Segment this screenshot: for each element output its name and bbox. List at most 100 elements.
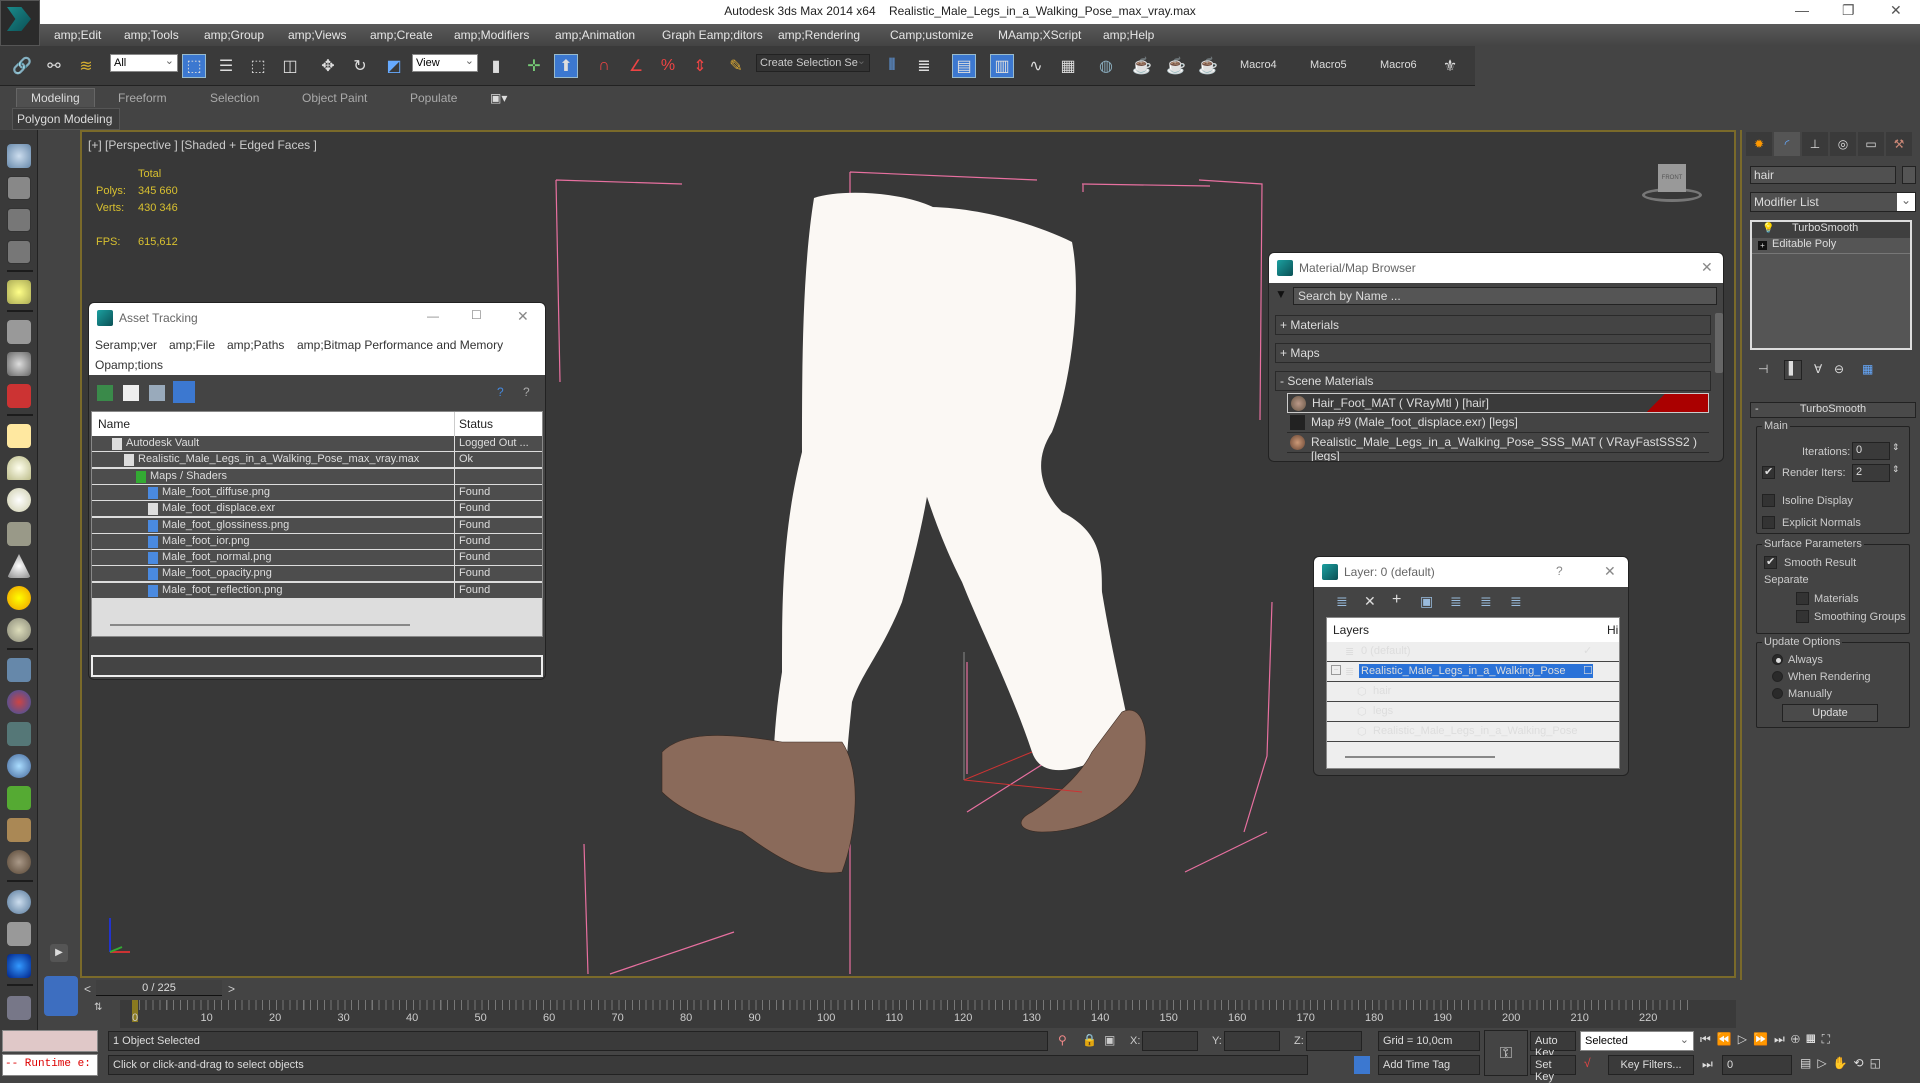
set-current-layer-icon[interactable]: ≣ — [1480, 593, 1492, 610]
isoline-display-checkbox[interactable] — [1762, 494, 1775, 507]
default-tangents-icon[interactable]: √ — [1584, 1056, 1591, 1070]
layer-dialog-titlebar[interactable]: Layer: 0 (default) ? ✕ — [1314, 557, 1628, 587]
select-objects-icon[interactable]: ▣ — [1420, 593, 1433, 610]
render-setup-icon[interactable]: ☕ — [1130, 54, 1154, 78]
rectangular-selection-icon[interactable]: ⬚ — [246, 54, 270, 78]
minimize-button[interactable]: — — [1795, 2, 1809, 18]
orbit-icon[interactable]: ⟲ — [1854, 1056, 1870, 1070]
maximize-button[interactable]: ☐ — [471, 308, 482, 322]
time-configuration-icon[interactable]: ▤ — [1800, 1056, 1817, 1070]
menu-bitmap-performance[interactable]: amp;Bitmap Performance and Memory — [297, 338, 503, 352]
menu-views[interactable]: amp;Views — [288, 28, 346, 42]
camera-icon[interactable] — [7, 320, 31, 344]
stack-item-editable-poly[interactable]: + Editable Poly — [1752, 238, 1910, 254]
display-tab-icon[interactable]: ▭ — [1858, 132, 1884, 156]
keyboard-shortcut-override-icon[interactable]: ⬆ — [554, 54, 578, 78]
grass-icon[interactable] — [7, 786, 31, 810]
material-editor-icon[interactable]: ◍ — [1094, 54, 1118, 78]
mini-curve-editor-icon[interactable]: ⇅ — [94, 1002, 110, 1022]
pivot-center-icon[interactable]: ▮ — [484, 54, 508, 78]
macro6-button[interactable]: Macro6 — [1380, 59, 1417, 71]
menu-customize[interactable]: Camp;ustomize — [890, 28, 973, 42]
key-filters-button[interactable]: Key Filters... — [1608, 1055, 1694, 1075]
asset-row[interactable]: Male_foot_glossiness.png Found — [92, 517, 542, 534]
z-coordinate-field[interactable] — [1306, 1031, 1362, 1051]
vfb-icon[interactable] — [7, 954, 31, 978]
asset-row[interactable]: Male_foot_diffuse.png Found — [92, 484, 542, 501]
maximize-viewport-icon[interactable]: ◱ — [1870, 1056, 1887, 1070]
asset-row[interactable]: Male_foot_ior.png Found — [92, 533, 542, 550]
zoom-all-icon[interactable]: ▦ — [1806, 1032, 1822, 1046]
asset-row[interactable]: Male_foot_displace.exr Found — [92, 501, 542, 518]
select-manipulate-icon[interactable]: ✛ — [522, 54, 546, 78]
explicit-normals-checkbox[interactable] — [1762, 516, 1775, 529]
menu-edit[interactable]: amp;Edit — [54, 28, 101, 42]
render-iters-checkbox[interactable] — [1762, 465, 1775, 479]
table-view-icon[interactable] — [173, 381, 195, 403]
time-slider-thumb[interactable]: 0 / 225 — [96, 980, 222, 996]
layer-row[interactable]: ≣ Realistic_Male_Legs_in_a_Walking_Pose ☐ − — [1327, 662, 1619, 682]
section-maps[interactable]: + Maps — [1275, 343, 1711, 363]
expand-icon[interactable]: + — [1758, 241, 1767, 250]
asset-row[interactable]: Realistic_Male_Legs_in_a_Walking_Pose_ma… — [92, 452, 542, 469]
scale-icon[interactable]: ◩ — [382, 54, 406, 78]
restore-button[interactable]: ❐ — [1842, 2, 1855, 19]
polygon-modeling-panel[interactable]: Polygon Modeling — [12, 108, 120, 130]
mirror-icon[interactable]: ⫴ — [880, 54, 904, 78]
close-button[interactable]: ✕ — [517, 308, 529, 325]
rendered-frame-window-icon[interactable]: ☕ — [1164, 54, 1188, 78]
horizontal-scrollbar[interactable] — [1345, 756, 1495, 758]
previous-frame-button[interactable]: < — [84, 982, 91, 996]
isolate-selection-icon[interactable]: ⚲ — [1058, 1033, 1067, 1047]
utilities-tab-icon[interactable]: ⚒ — [1886, 132, 1912, 156]
menu-options[interactable]: Opamp;tions — [95, 358, 163, 372]
bind-space-warp-icon[interactable]: ≋ — [74, 54, 98, 78]
vray-logo-icon[interactable]: ⚜ — [1438, 54, 1462, 78]
go-to-start-icon[interactable]: ⏮ — [1700, 1032, 1717, 1046]
update-manually-radio[interactable] — [1772, 688, 1783, 699]
menu-maxscript[interactable]: MAamp;XScript — [998, 28, 1081, 42]
iterations-spinner[interactable]: 0 — [1852, 442, 1890, 460]
x-coordinate-field[interactable] — [1142, 1031, 1198, 1051]
macro5-button[interactable]: Macro5 — [1310, 59, 1347, 71]
menu-create[interactable]: amp;Create — [370, 28, 433, 42]
absolute-mode-icon[interactable]: ▣ — [1104, 1033, 1115, 1047]
proxy-icon[interactable] — [7, 658, 31, 682]
menu-server[interactable]: Seramp;ver — [95, 338, 157, 352]
layer-row[interactable]: ⬡ legs — [1327, 702, 1619, 722]
list-view-icon[interactable] — [123, 385, 139, 401]
asset-row[interactable]: Maps / Shaders — [92, 468, 542, 485]
rotate-icon[interactable]: ↻ — [348, 54, 372, 78]
collapse-icon[interactable]: − — [1331, 665, 1341, 675]
layer-row[interactable]: ⬡ Realistic_Male_Legs_in_a_Walking_Pose — [1327, 722, 1619, 742]
unlink-icon[interactable]: ⚯ — [42, 54, 66, 78]
asset-row[interactable]: Male_foot_normal.png Found — [92, 550, 542, 567]
delete-layer-icon[interactable]: ✕ — [1364, 593, 1376, 610]
section-materials[interactable]: + Materials — [1275, 315, 1711, 335]
asset-row[interactable]: Male_foot_opacity.png Found — [92, 566, 542, 583]
time-slider[interactable]: < 0 / 225 > — [80, 980, 1736, 998]
reference-coordinate-dropdown[interactable]: View — [412, 54, 478, 72]
snaps-toggle-icon[interactable]: ∩ — [592, 54, 616, 78]
layer-manager-icon[interactable]: ▥ — [990, 54, 1014, 78]
iterations-spinner-arrows[interactable]: ⇕ — [1892, 442, 1900, 453]
auto-key-button[interactable]: Auto Key — [1530, 1031, 1576, 1059]
align-icon[interactable]: ≣ — [912, 54, 936, 78]
hierarchy-tab-icon[interactable]: ⊥ — [1802, 132, 1828, 156]
material-slot-icon[interactable] — [7, 922, 31, 946]
add-time-tag-button[interactable]: Add Time Tag — [1378, 1055, 1480, 1075]
menu-help[interactable]: amp;Help — [1103, 28, 1154, 42]
menu-modifiers[interactable]: amp;Modifiers — [454, 28, 529, 42]
turbosmooth-rollout-header[interactable]: - TurboSmooth — [1750, 402, 1916, 418]
dome-light-icon[interactable] — [7, 456, 31, 480]
help-button[interactable]: ? — [1556, 564, 1563, 578]
hair-farm-icon[interactable] — [7, 818, 31, 842]
separate-materials-checkbox[interactable] — [1796, 592, 1809, 605]
selection-lock-icon[interactable]: 🔒 — [1082, 1033, 1097, 1047]
pin-stack-icon[interactable]: ⊣ — [1758, 362, 1768, 376]
layer-row[interactable]: ≣ 0 (default) ✓ — [1327, 642, 1619, 662]
material-item-sss[interactable]: Realistic_Male_Legs_in_a_Walking_Pose_SS… — [1287, 433, 1709, 461]
maxscript-mini-listener-bottom[interactable]: -- Runtime e: — [2, 1054, 98, 1076]
object-name-field[interactable]: hair — [1750, 166, 1896, 184]
ribbon-options-icon[interactable]: ▣▾ — [490, 91, 507, 105]
